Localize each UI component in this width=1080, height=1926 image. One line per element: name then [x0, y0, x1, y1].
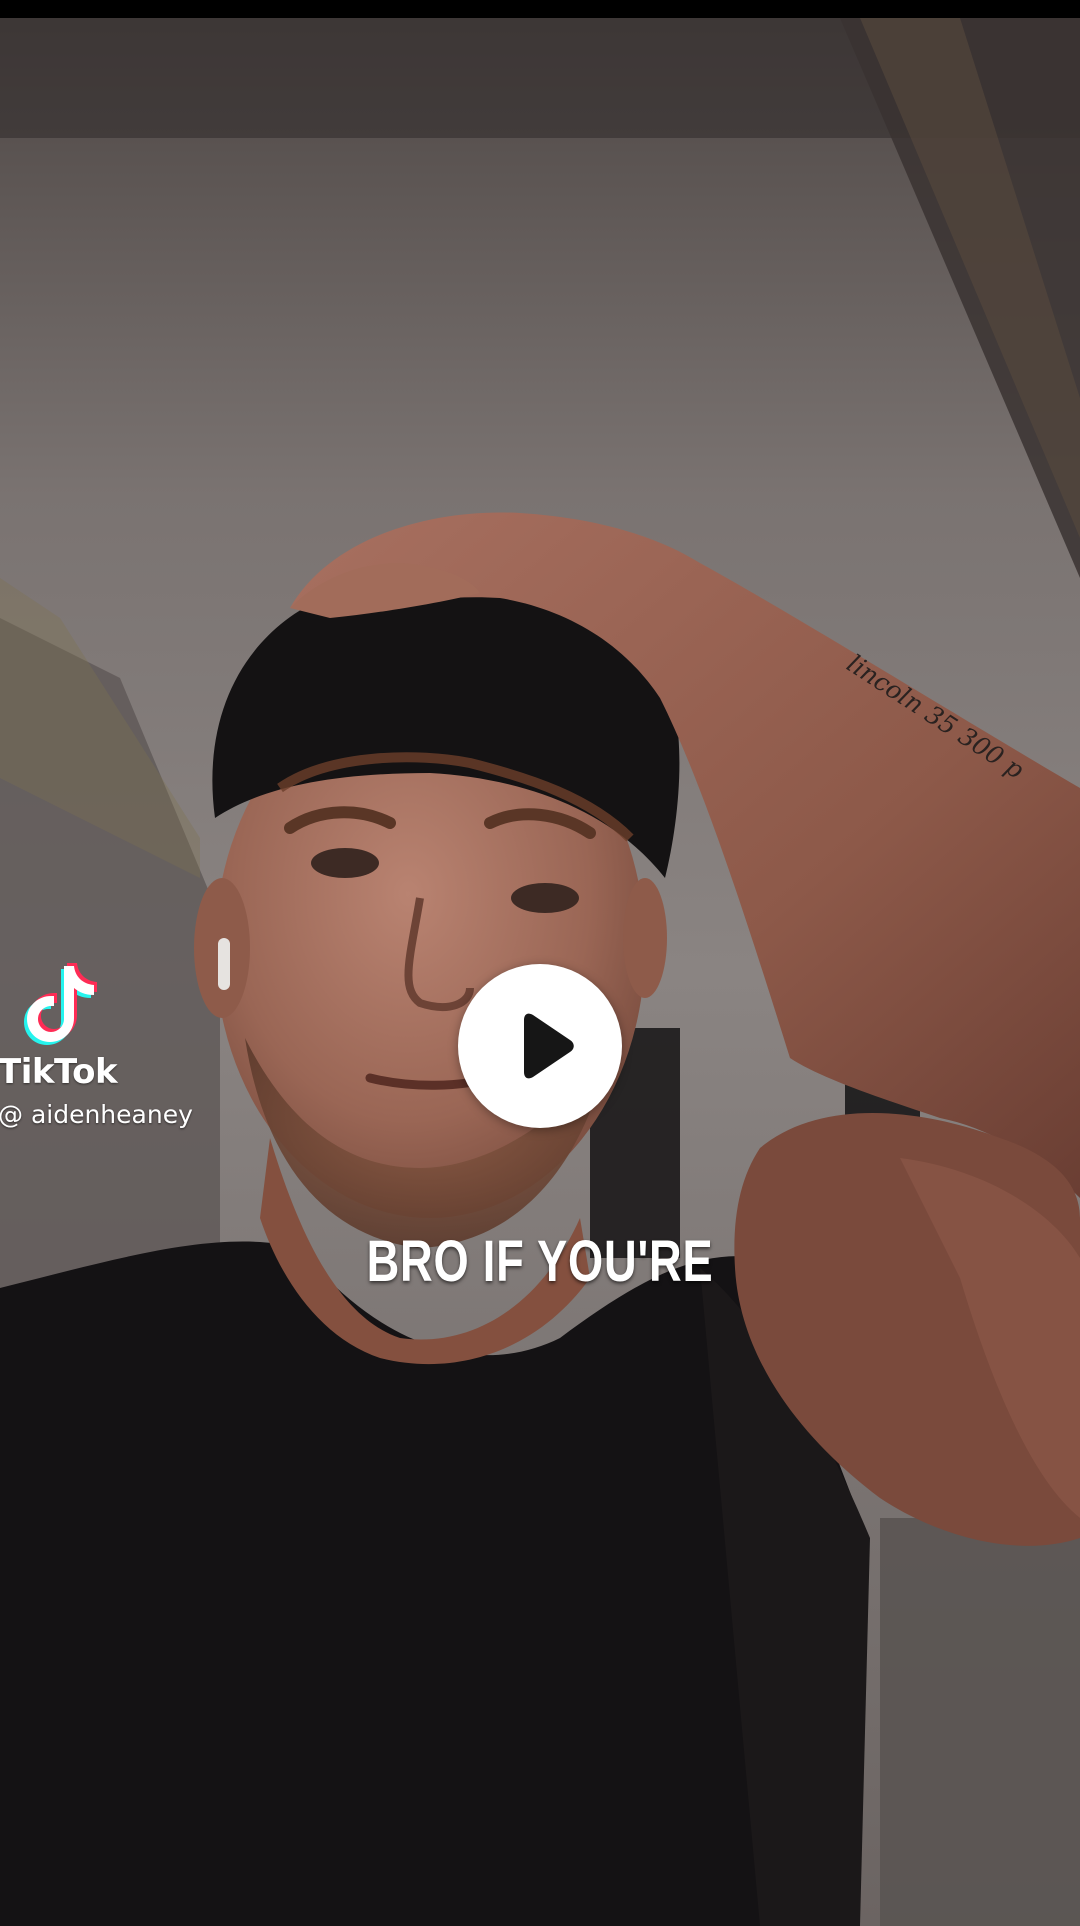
- play-icon: [524, 1013, 574, 1079]
- screen: lincoln 35 300 p TikTok @ aidenheaney BR…: [0, 0, 1080, 1926]
- tiktok-watermark: TikTok @ aidenheaney: [0, 958, 230, 1138]
- play-button[interactable]: [458, 964, 622, 1128]
- video-caption: BRO IF YOU'RE: [366, 1229, 714, 1294]
- video-player[interactable]: lincoln 35 300 p TikTok @ aidenheaney BR…: [0, 18, 1080, 1926]
- tiktok-note-icon: [24, 963, 97, 1045]
- tiktok-wordmark: TikTok: [0, 1052, 118, 1092]
- top-status-bar: [0, 0, 1080, 18]
- creator-handle: @ aidenheaney: [0, 1100, 193, 1129]
